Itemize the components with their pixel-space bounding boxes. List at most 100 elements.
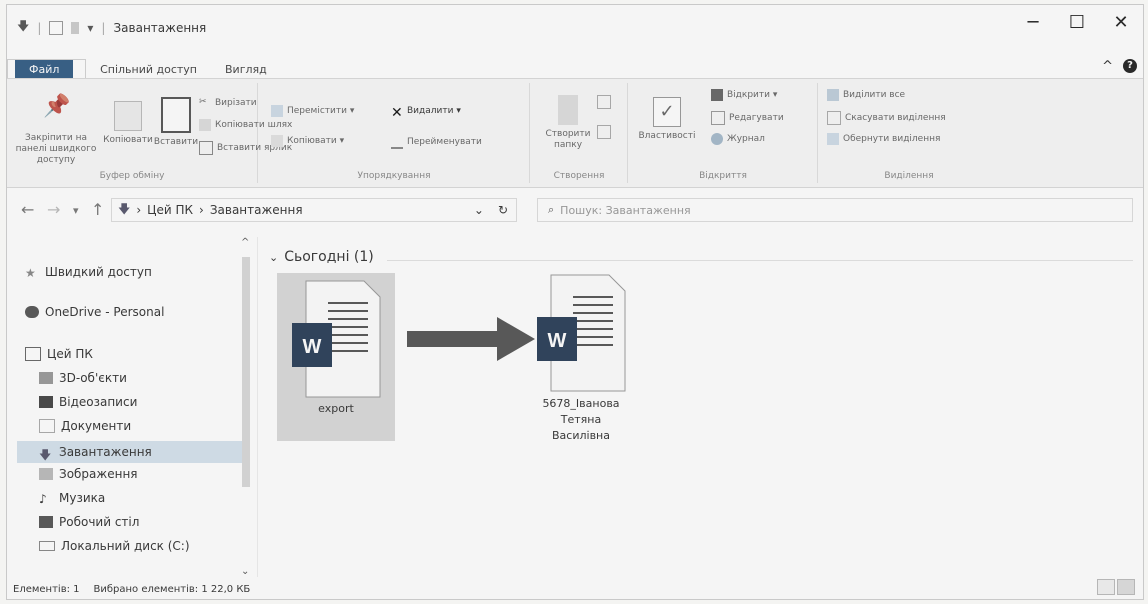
pin-button[interactable]: 📌 Закріпити на панелі швидкого доступу <box>13 96 99 166</box>
rename-button[interactable]: Перейменувати <box>391 135 482 149</box>
new-item-icon <box>597 95 611 109</box>
nav-this-pc[interactable]: Цей ПК <box>25 347 93 361</box>
tab-file[interactable]: Файл <box>15 60 74 79</box>
invert-selection-label: Обернути виділення <box>843 134 941 144</box>
star-icon: ★ <box>25 266 36 280</box>
ribbon-tabs: Файл Основне Спільний доступ Вигляд <box>7 57 281 79</box>
help-icon[interactable]: ? <box>1123 59 1137 73</box>
address-bar-row: ← → ▾ ↑ 🡇 › Цей ПК › Завантаження ⌄ ↻ ⌕ … <box>7 190 1143 230</box>
easy-access-button[interactable] <box>597 125 611 139</box>
delete-button[interactable]: ✕ Видалити ▾ <box>391 105 461 121</box>
address-box[interactable]: 🡇 › Цей ПК › Завантаження ⌄ ↻ <box>111 198 517 222</box>
qat-dropdown-icon[interactable]: ▾ <box>87 21 93 35</box>
nav-documents[interactable]: Документи <box>39 419 131 433</box>
copy-button[interactable]: Копіювати <box>103 101 153 146</box>
cut-button[interactable]: ✂ Вирізати <box>199 97 257 109</box>
nav-label: Робочий стіл <box>59 515 140 529</box>
nav-label: Швидкий доступ <box>45 265 152 279</box>
ribbon-right-controls: ^ ? <box>1102 59 1137 74</box>
move-label: Перемістити ▾ <box>287 106 355 116</box>
new-folder-icon <box>558 95 578 125</box>
file-item-export[interactable]: W export <box>277 273 395 441</box>
clipboard-group-label: Буфер обміну <box>99 171 165 181</box>
properties-label: Властивості <box>638 131 696 141</box>
nav-label: Локальний диск (C:) <box>61 539 190 553</box>
nav-3d-objects[interactable]: 3D-об'єкти <box>39 371 127 385</box>
nav-label: Документи <box>61 419 132 433</box>
properties-button[interactable]: ✓ Властивості <box>635 97 699 142</box>
select-none-label: Скасувати виділення <box>845 113 946 123</box>
computer-icon <box>25 347 41 361</box>
document-icon <box>39 419 55 433</box>
breadcrumb-this-pc[interactable]: Цей ПК <box>147 203 193 217</box>
nav-desktop[interactable]: Робочий стіл <box>39 515 139 529</box>
nav-pictures[interactable]: Зображення <box>39 467 138 481</box>
details-view-icon[interactable] <box>1097 579 1115 595</box>
copy-path-icon <box>199 119 211 131</box>
tab-share[interactable]: Спільний доступ <box>86 60 211 79</box>
title-bar: 🡇 | ▾ | Завантаження ─ ☐ ✕ <box>7 5 1143 41</box>
forward-arrow-icon[interactable]: → <box>47 200 60 219</box>
organize-group-label: Упорядкування <box>357 171 431 181</box>
select-all-button[interactable]: Виділити все <box>827 89 905 101</box>
new-folder-button[interactable]: Створити папку <box>539 95 597 151</box>
search-placeholder: Пошук: Завантаження <box>560 203 691 217</box>
refresh-icon[interactable]: ↻ <box>498 203 508 217</box>
collapse-ribbon-icon[interactable]: ^ <box>1102 59 1113 74</box>
quick-access-toolbar: 🡇 | ▾ | Завантаження <box>17 17 206 38</box>
item-count: Елементів: 1 <box>13 584 80 595</box>
nav-quick-access[interactable]: ★ Швидкий доступ <box>25 265 152 280</box>
file-item-ivanova[interactable]: W 5678_Іванова Тетяна Василівна <box>517 273 645 473</box>
scroll-up-icon[interactable]: ^ <box>241 237 249 248</box>
delete-icon: ✕ <box>391 105 403 121</box>
nav-onedrive[interactable]: OneDrive - Personal <box>25 305 164 319</box>
invert-selection-button[interactable]: Обернути виділення <box>827 133 940 145</box>
open-group-label: Відкриття <box>699 171 747 181</box>
minimize-icon[interactable]: ─ <box>1011 5 1055 39</box>
invert-selection-icon <box>827 133 839 145</box>
recent-locations-icon[interactable]: ▾ <box>73 204 79 217</box>
open-button[interactable]: Відкрити ▾ <box>711 89 777 101</box>
history-icon <box>711 133 723 145</box>
maximize-icon[interactable]: ☐ <box>1055 5 1099 39</box>
copy-to-button[interactable]: Копіювати ▾ <box>271 135 344 147</box>
scroll-down-icon[interactable]: ⌄ <box>241 566 249 577</box>
nav-label: Відеозаписи <box>59 395 138 409</box>
history-button[interactable]: Журнал <box>711 133 765 145</box>
nav-videos[interactable]: Відеозаписи <box>39 395 137 409</box>
window-title: Завантаження <box>113 20 207 35</box>
nav-local-disk[interactable]: Локальний диск (C:) <box>39 539 190 553</box>
download-arrow-icon[interactable]: 🡇 <box>17 17 29 38</box>
new-group-label: Створення <box>553 171 605 181</box>
tab-view[interactable]: Вигляд <box>211 60 281 79</box>
nav-scrollbar[interactable]: ^ ⌄ <box>239 237 253 577</box>
rename-icon <box>391 135 403 149</box>
breadcrumb-downloads[interactable]: Завантаження <box>210 203 303 217</box>
new-group: Створити папку Створення <box>531 83 628 183</box>
scroll-thumb[interactable] <box>242 257 250 487</box>
chevron-down-icon: ⌄ <box>269 250 279 264</box>
rename-label: Перейменувати <box>407 137 482 147</box>
select-none-button[interactable]: Скасувати виділення <box>827 111 946 125</box>
copy-to-label: Копіювати ▾ <box>287 136 345 146</box>
close-icon[interactable]: ✕ <box>1099 5 1143 39</box>
edit-button[interactable]: Редагувати <box>711 111 784 125</box>
easy-access-icon <box>597 125 611 139</box>
new-item-button[interactable] <box>597 95 611 109</box>
back-arrow-icon[interactable]: ← <box>21 200 34 219</box>
download-folder-icon: 🡇 <box>118 201 131 216</box>
search-input[interactable]: ⌕ Пошук: Завантаження <box>537 198 1133 222</box>
ribbon: 📌 Закріпити на панелі швидкого доступу К… <box>7 78 1143 188</box>
file-name: 5678_Іванова Тетяна Василівна <box>542 397 620 442</box>
address-dropdown-icon[interactable]: ⌄ <box>474 203 484 217</box>
properties-icon[interactable] <box>49 20 64 35</box>
pin-label: Закріпити на панелі швидкого доступу <box>15 133 97 165</box>
nav-music[interactable]: ♪ Музика <box>39 491 105 506</box>
up-arrow-icon[interactable]: ↑ <box>91 200 104 219</box>
group-header-today[interactable]: ⌄ Сьогодні (1) <box>269 249 374 265</box>
paste-button[interactable]: Вставити <box>153 97 199 148</box>
move-to-button[interactable]: Перемістити ▾ <box>271 105 354 117</box>
new-folder-icon[interactable] <box>71 21 80 34</box>
nav-downloads[interactable]: 🡇 Завантаження <box>17 441 243 463</box>
large-icons-view-icon[interactable] <box>1117 579 1135 595</box>
